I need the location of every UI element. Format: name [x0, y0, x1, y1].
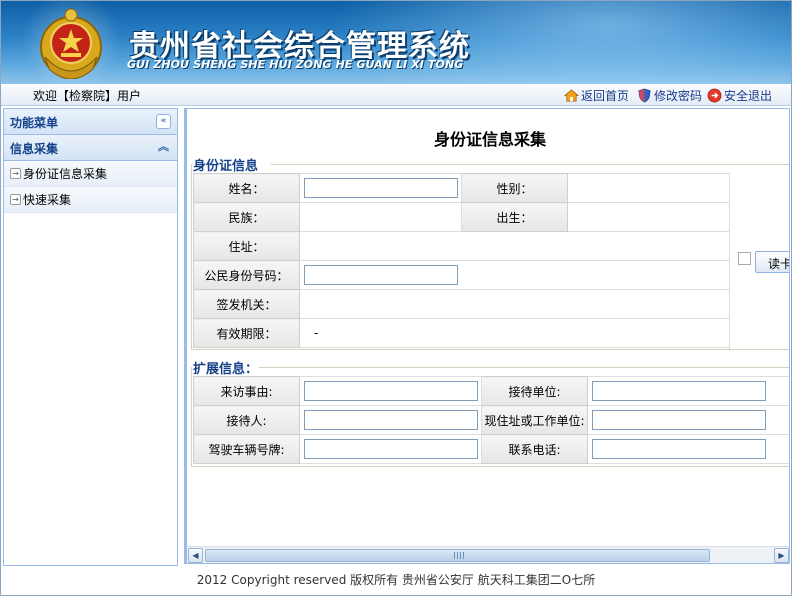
scroll-left-icon[interactable]: ◀: [188, 548, 203, 563]
reason-label: 来访事由:: [193, 376, 300, 406]
address-label: 住址：: [193, 231, 300, 261]
ext-info-table: 来访事由: 接待单位: 接待人: 现住址或工作单位: 驾驶车辆号牌: 联系电话:: [193, 376, 789, 464]
read-card-checkbox[interactable]: [738, 252, 751, 265]
header-banner: 贵州省社会综合管理系统 GUI ZHOU SHENG SHE HUI ZONG …: [1, 1, 791, 84]
footer-copyright: 2012 Copyright reserved 版权所有 贵州省公安厅 航天科工…: [196, 573, 596, 587]
scroll-right-icon[interactable]: ▶: [774, 548, 789, 563]
welcome-text: 欢迎【检察院】用户: [33, 89, 142, 103]
sidebar-menu-header: 功能菜单 «: [4, 109, 177, 135]
birth-label: 出生：: [461, 202, 568, 232]
police-emblem-icon: [40, 8, 102, 79]
name-input[interactable]: [304, 178, 458, 198]
top-bar: 欢迎【检察院】用户 返回首页 修改密码 安全退出: [1, 84, 791, 106]
receiver-input[interactable]: [304, 410, 478, 430]
ethnicity-label: 民族：: [193, 202, 300, 232]
gender-label: 性别：: [461, 173, 568, 203]
validity-label: 有效期限：: [193, 318, 300, 348]
host-unit-label: 接待单位:: [481, 376, 588, 406]
main-panel: 身份证信息采集 身份证信息 姓名： 性别： 民族： 出生： 住址： 公民身份号码…: [184, 108, 790, 564]
arrow-right-icon: →: [10, 168, 21, 179]
issuer-label: 签发机关：: [193, 289, 300, 319]
collapse-sidebar-icon[interactable]: «: [156, 114, 171, 129]
shield-icon: [638, 88, 651, 102]
receiver-label: 接待人:: [193, 405, 300, 435]
sidebar-item-id-collect[interactable]: → 身份证信息采集: [4, 161, 177, 187]
horizontal-scrollbar[interactable]: ◀ ▶: [187, 546, 789, 563]
chevron-up-icon[interactable]: ︽: [156, 140, 171, 155]
sidebar-group-title: 信息采集: [10, 142, 59, 156]
phone-label: 联系电话:: [481, 434, 588, 464]
plate-label: 驾驶车辆号牌:: [193, 434, 300, 464]
home-icon: [564, 88, 579, 101]
id-info-table: 姓名： 性别： 民族： 出生： 住址： 公民身份号码： 签发机关： 有效期限： …: [193, 173, 730, 348]
issuer-value: [299, 289, 730, 319]
gender-value: [567, 173, 730, 203]
birth-value: [567, 202, 730, 232]
form-title: 身份证信息采集: [433, 130, 546, 149]
read-card-button[interactable]: 读卡: [755, 251, 789, 273]
ethnicity-value: [299, 202, 462, 232]
reason-input[interactable]: [304, 381, 478, 401]
address-value: [299, 231, 730, 261]
home-link[interactable]: 返回首页: [564, 86, 629, 104]
logout-link[interactable]: 安全退出: [707, 86, 772, 104]
sidebar: 功能菜单 « 信息采集 ︽ → 身份证信息采集 → 快速采集: [3, 108, 178, 566]
sidebar-menu-title: 功能菜单: [10, 116, 59, 130]
phone-input[interactable]: [592, 439, 766, 459]
work-address-input[interactable]: [592, 410, 766, 430]
arrow-right-icon: →: [10, 194, 21, 205]
host-unit-input[interactable]: [592, 381, 766, 401]
system-title-pinyin: GUI ZHOU SHENG SHE HUI ZONG HE GUAN LI X…: [127, 58, 464, 71]
work-address-label: 现住址或工作单位:: [481, 405, 588, 435]
id-number-input[interactable]: [304, 265, 458, 285]
validity-value: -: [299, 318, 730, 348]
exit-icon: [707, 88, 722, 102]
name-label: 姓名：: [193, 173, 300, 203]
plate-input[interactable]: [304, 439, 478, 459]
sidebar-item-quick-collect[interactable]: → 快速采集: [4, 187, 177, 213]
app-window: 贵州省社会综合管理系统 GUI ZHOU SHENG SHE HUI ZONG …: [0, 0, 792, 596]
id-number-label: 公民身份号码：: [193, 260, 300, 290]
scroll-thumb[interactable]: [205, 549, 710, 562]
change-password-link[interactable]: 修改密码: [637, 86, 702, 104]
sidebar-group-header[interactable]: 信息采集 ︽: [4, 135, 177, 161]
